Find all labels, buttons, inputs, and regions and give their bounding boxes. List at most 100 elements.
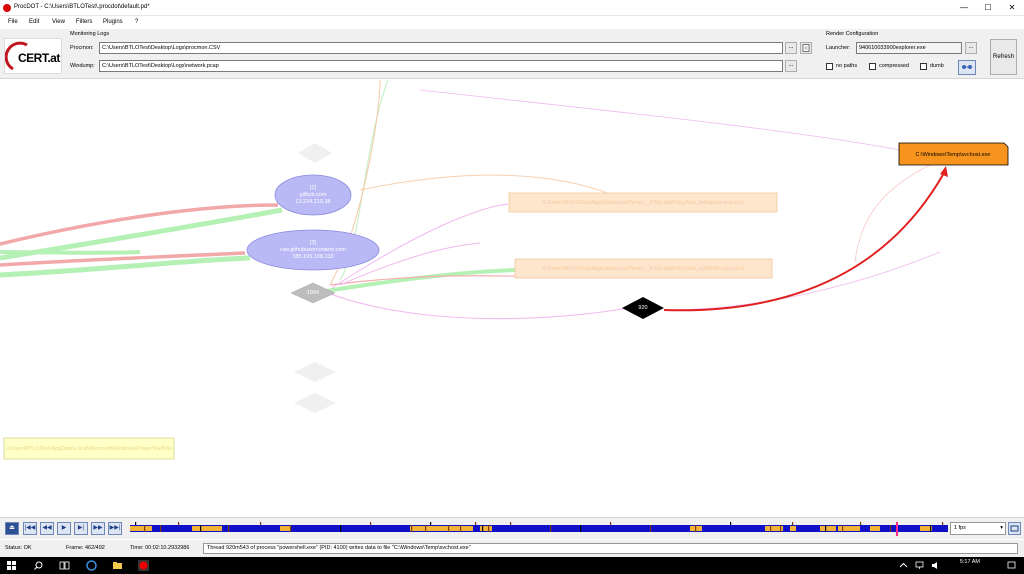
timeline-tick bbox=[930, 525, 932, 532]
snapshot-button[interactable]: ⏏ bbox=[5, 522, 19, 535]
fps-value: 1 fps bbox=[954, 525, 966, 531]
edge-1984-920 bbox=[319, 289, 629, 320]
procmon-input[interactable]: C:\Users\BTLOTest\Desktop\Logs\procmon.C… bbox=[99, 42, 783, 54]
timeline-tick bbox=[550, 525, 552, 532]
file-explorer-icon[interactable] bbox=[112, 560, 123, 571]
compressed-checkbox[interactable] bbox=[869, 63, 876, 70]
menu-file[interactable]: File bbox=[8, 19, 18, 25]
tray-arrow-icon[interactable] bbox=[898, 560, 909, 571]
faded-process-node-3[interactable] bbox=[294, 393, 336, 413]
title-bar: ProcDOT - C:\Users\BTLOTest\.procdot\def… bbox=[0, 0, 1024, 16]
github-node-id: [2] bbox=[309, 185, 317, 191]
process-920-label: 920 bbox=[638, 305, 648, 311]
export-button[interactable] bbox=[1008, 522, 1021, 535]
timeline-tick bbox=[610, 522, 612, 525]
timeline-tick bbox=[780, 525, 782, 532]
timeline-tick bbox=[890, 525, 892, 532]
time-display: Time: 00:02:10.2932986 bbox=[130, 545, 190, 551]
timeline-tick bbox=[510, 522, 512, 525]
menu-view[interactable]: View bbox=[52, 19, 65, 25]
timeline-tick bbox=[695, 525, 697, 532]
timeline-tick bbox=[290, 525, 292, 532]
notifications-icon[interactable] bbox=[1006, 560, 1017, 571]
edge-arrowhead bbox=[940, 166, 948, 177]
timeline-segment bbox=[790, 526, 796, 531]
playback-bar: ⏏ |◀◀ ◀◀ ▶ ▶| ▶▶ ▶▶| 1 fps ▾ bbox=[0, 517, 1024, 539]
timeline-tick bbox=[475, 522, 477, 525]
minimize-button[interactable]: — bbox=[952, 0, 976, 16]
task-view-icon[interactable] bbox=[59, 560, 70, 571]
maximize-button[interactable]: ☐ bbox=[976, 0, 1000, 16]
render-settings-button[interactable] bbox=[958, 60, 976, 75]
github-node-host: github.com bbox=[299, 192, 327, 198]
raw-github-node-id: [3] bbox=[309, 240, 317, 246]
edge-network-4 bbox=[0, 255, 251, 278]
procdot-taskbar-icon[interactable] bbox=[138, 560, 149, 571]
timeline-tick bbox=[430, 522, 432, 525]
timeline-tick bbox=[135, 522, 137, 525]
timeline-tick bbox=[488, 525, 490, 532]
monitoring-logs-title: Monitoring Logs bbox=[70, 31, 110, 37]
edge-top-pink bbox=[419, 89, 911, 153]
dumb-label: dumb bbox=[930, 63, 944, 69]
timeline-segment bbox=[192, 526, 222, 531]
launcher-input[interactable]: 940610033900explorer.exe bbox=[856, 42, 962, 54]
timeline-segment bbox=[130, 526, 152, 531]
taskbar-clock[interactable]: 5:17 AM bbox=[960, 559, 980, 566]
window-title: ProcDOT - C:\Users\BTLOTest\.procdot\def… bbox=[14, 4, 150, 10]
svchost-node-label: C:\Windows\Temp\svchost.exe bbox=[915, 152, 991, 158]
procmon-options-button[interactable] bbox=[800, 42, 812, 54]
faded-process-node-1[interactable] bbox=[298, 143, 332, 163]
edge-network-1 bbox=[0, 203, 279, 246]
frame-counter: Frame: 462/492 bbox=[66, 545, 105, 551]
windump-browse-button[interactable]: ... bbox=[785, 60, 797, 72]
timeline-tick bbox=[425, 525, 427, 532]
edge-browser-icon[interactable] bbox=[86, 560, 97, 571]
timeline-segment bbox=[280, 526, 290, 531]
dumb-checkbox[interactable] bbox=[920, 63, 927, 70]
rewind-button[interactable]: ◀◀ bbox=[40, 522, 54, 535]
timeline-segment bbox=[480, 526, 492, 531]
timeline-scrubber[interactable] bbox=[130, 521, 948, 537]
export-icon bbox=[1010, 525, 1019, 532]
refresh-button[interactable]: Refresh bbox=[990, 39, 1017, 75]
menu-plugins[interactable]: Plugins bbox=[103, 19, 123, 25]
menu-filters[interactable]: Filters bbox=[76, 19, 92, 25]
timeline-tick bbox=[260, 522, 262, 525]
first-frame-button[interactable]: |◀◀ bbox=[23, 522, 37, 535]
graph-canvas[interactable]: [2] github.com 13.234.210.38 [3] raw.git… bbox=[0, 80, 1024, 516]
timeline-tick bbox=[448, 525, 450, 532]
play-button[interactable]: ▶ bbox=[57, 522, 71, 535]
timeline-tick bbox=[942, 522, 944, 525]
timeline-cursor[interactable] bbox=[896, 522, 898, 536]
procmon-browse-button[interactable]: ... bbox=[785, 42, 797, 54]
menu-edit[interactable]: Edit bbox=[29, 19, 39, 25]
step-forward-button[interactable]: ▶| bbox=[74, 522, 88, 535]
volume-tray-icon[interactable] bbox=[930, 560, 941, 571]
search-icon[interactable] bbox=[33, 560, 44, 571]
timeline-segment bbox=[820, 526, 836, 531]
raw-github-node-label: [3] raw.githubusercontent.com 185.199.10… bbox=[253, 240, 373, 261]
timeline-tick bbox=[580, 525, 582, 532]
launcher-label: Launcher: bbox=[826, 45, 851, 51]
timeline-tick bbox=[460, 525, 462, 532]
windows-start-icon[interactable] bbox=[6, 560, 17, 571]
menu-help[interactable]: ? bbox=[135, 19, 138, 25]
fps-select[interactable]: 1 fps ▾ bbox=[950, 522, 1006, 535]
status-bar: Status: OK Frame: 462/492 Time: 00:02:10… bbox=[0, 540, 1024, 557]
close-button[interactable]: ✕ bbox=[1000, 0, 1024, 16]
network-tray-icon[interactable] bbox=[914, 560, 925, 571]
graph-settings-icon bbox=[962, 65, 972, 69]
status-message: Thread 920m543 of process "powershell.ex… bbox=[203, 543, 1018, 554]
fast-forward-button[interactable]: ▶▶ bbox=[91, 522, 105, 535]
edge-orange-arc bbox=[359, 174, 611, 195]
timeline-tick bbox=[370, 522, 372, 525]
faded-process-node-2[interactable] bbox=[294, 362, 336, 382]
chevron-down-icon: ▾ bbox=[1000, 525, 1003, 531]
no-paths-checkbox[interactable] bbox=[826, 63, 833, 70]
launcher-browse-button[interactable]: ... bbox=[965, 42, 977, 54]
timeline-tick bbox=[860, 522, 862, 525]
startup-profile-label: <Users\BTLOTest\AppData\Local\Microsoft\… bbox=[6, 446, 172, 452]
windump-input[interactable]: C:\Users\BTLOTest\Desktop\Logs\network.p… bbox=[99, 60, 783, 72]
last-frame-button[interactable]: ▶▶| bbox=[108, 522, 122, 535]
